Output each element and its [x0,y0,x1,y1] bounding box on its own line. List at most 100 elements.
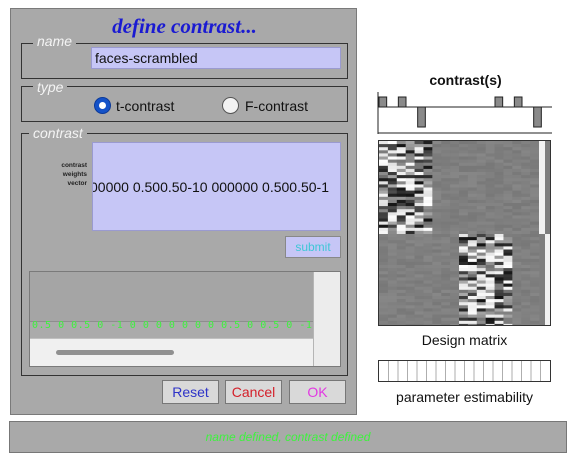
design-matrix-cell [387,317,398,322]
design-matrix-cell [379,255,389,260]
ok-button[interactable]: OK [289,380,346,404]
cancel-button[interactable]: Cancel [225,380,282,404]
design-matrix-cell [459,286,469,291]
design-matrix-cell [396,187,406,191]
design-matrix-cell [530,286,540,291]
design-matrix-cell [379,258,389,263]
f-contrast-radio[interactable] [222,97,239,114]
design-matrix-cell [432,323,442,325]
design-matrix-cell [414,178,424,182]
design-matrix-cell [530,243,540,247]
design-matrix-cell [530,147,540,151]
design-matrix-cell [494,206,504,210]
design-matrix-cell [405,317,415,322]
horizontal-scroll-thumb[interactable] [56,350,174,355]
design-matrix-cell [405,168,415,173]
design-matrix-cell [521,274,531,278]
design-matrix-cell [396,305,406,309]
design-matrix-cell [503,209,513,213]
design-matrix-cell [396,193,406,198]
design-matrix-cell [423,227,433,232]
design-matrix-cell [379,311,389,315]
design-matrix-cell [396,302,406,306]
design-matrix-cell [512,209,522,213]
design-matrix-cell [476,227,486,232]
design-matrix-cell [494,283,504,287]
design-matrix-cell [503,296,513,300]
weights-echo-area: 0.5 0 0.5 0 -1 0 0 0 0 0 0 0 0.5 0 0.5 0… [29,271,341,367]
design-matrix-cell [441,323,451,325]
design-matrix-cell [450,234,460,238]
design-matrix-cell [476,196,486,201]
submit-button[interactable]: submit [285,236,341,258]
design-matrix-cell [396,196,406,201]
design-matrix-cell [485,156,495,160]
design-matrix-cell [379,221,389,225]
design-matrix-cell [476,240,486,244]
design-matrix-cell [423,268,433,272]
design-matrix-cell [414,237,424,241]
design-matrix-cell [387,268,398,272]
design-matrix-cell [459,181,469,185]
design-matrix-cell [450,252,460,256]
contrast-weight-bar [397,96,407,108]
reset-button[interactable]: Reset [162,380,219,404]
design-matrix-cell [387,271,398,275]
horizontal-scrollbar[interactable] [30,338,313,366]
design-matrix-cell [521,280,531,284]
design-matrix-cell [441,168,451,173]
design-matrix-cell [387,323,398,325]
design-matrix-cell [485,153,495,157]
design-matrix-cell [423,252,433,256]
design-matrix-cell [494,286,504,291]
design-matrix-cell [503,206,513,210]
design-matrix-cell [476,296,486,300]
design-matrix-cell [476,165,486,170]
design-matrix-cell [441,159,451,163]
design-matrix-cell [405,162,415,167]
design-matrix-cell [450,181,460,185]
design-matrix-cell [387,175,398,179]
design-matrix-cell [512,147,522,151]
weights-vector-input[interactable]: 00000 0.500.50-10 000000 0.500.50-1 [92,142,341,231]
t-contrast-radio[interactable] [94,97,111,114]
design-matrix-cell [476,314,486,318]
design-matrix-cell [459,159,469,163]
design-matrix-cell [512,289,522,294]
design-matrix-cell [485,141,495,145]
design-matrix-cell [450,206,460,210]
design-matrix-cell [423,147,433,151]
design-matrix-cell [530,299,540,303]
design-matrix-cell [414,203,424,207]
design-matrix-cell [494,227,504,232]
design-matrix-cell [414,246,424,250]
vertical-scrollbar[interactable] [313,272,340,366]
design-matrix-cell [387,246,398,250]
design-matrix-cell [485,268,495,272]
design-matrix-cell [414,286,424,291]
design-matrix-cell [503,172,513,176]
contrast-name-input[interactable]: faces-scrambled [91,47,341,69]
design-matrix-cell [512,172,522,176]
design-matrix-cell [476,230,486,235]
design-matrix-cell [503,193,513,198]
design-matrix-cell [494,255,504,260]
design-matrix-cell [459,265,469,269]
design-matrix-cell [414,265,424,269]
design-matrix-cell [494,317,504,322]
design-matrix-cell [467,265,478,269]
design-matrix-cell [432,246,442,250]
design-matrix-cell [476,243,486,247]
design-matrix-cell [485,234,495,238]
contrast-weight-bar [378,96,388,108]
design-matrix-cell [485,249,495,253]
design-matrix-cell [512,196,522,201]
design-matrix-cell [414,271,424,275]
design-matrix-cell [485,280,495,284]
design-matrix-cell [379,168,389,173]
design-matrix-cell [423,165,433,170]
design-matrix-cell [432,150,442,154]
design-matrix-cell [414,221,424,225]
design-matrix-cell [512,249,522,253]
design-matrix-cell [459,317,469,322]
